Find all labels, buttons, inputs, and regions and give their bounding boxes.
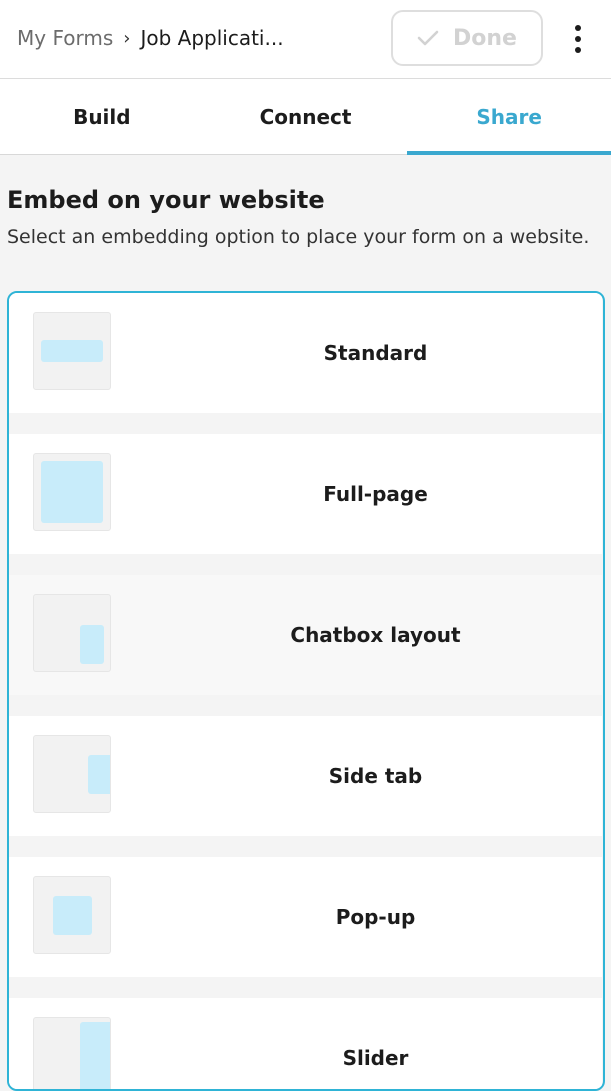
breadcrumb-my-forms-link[interactable]: My Forms [17,26,113,50]
embed-option-label: Slider [342,1046,409,1070]
embed-option-label: Full-page [323,482,428,506]
embed-options-list: Standard Full-page Chatbox layout Side t… [7,291,605,1091]
section-title: Embed on your website [7,186,325,214]
standard-embed-icon [33,312,111,390]
tab-connect[interactable]: Connect [204,79,408,154]
embed-option-standard[interactable]: Standard [9,293,602,413]
embed-option-chatbox[interactable]: Chatbox layout [9,575,602,695]
embed-option-popup[interactable]: Pop-up [9,857,602,977]
chevron-right-icon: › [123,27,131,49]
section-description: Select an embedding option to place your… [7,226,590,248]
top-bar: My Forms › Job Applicati... Done [0,0,611,79]
embed-option-slider[interactable]: Slider [9,998,602,1089]
editor-tabs: Build Connect Share [0,79,611,155]
embed-option-label: Chatbox layout [290,623,461,647]
breadcrumb: My Forms › Job Applicati... [17,26,284,50]
check-icon [417,29,439,47]
more-vertical-icon[interactable] [563,20,593,58]
embed-option-side-tab[interactable]: Side tab [9,716,602,836]
more-dot [575,36,581,42]
breadcrumb-form-title: Job Applicati... [140,26,284,50]
slider-embed-icon [33,1017,111,1089]
chatbox-embed-icon [33,594,111,672]
embed-option-label: Pop-up [335,905,416,929]
more-dot [575,47,581,53]
done-button-label: Done [453,25,517,51]
embed-option-label: Standard [323,341,428,365]
done-button[interactable]: Done [391,10,543,66]
embed-option-label: Side tab [328,764,423,788]
side-tab-embed-icon [33,735,111,813]
popup-embed-icon [33,876,111,954]
tab-build[interactable]: Build [0,79,204,154]
full-page-embed-icon [33,453,111,531]
tab-share[interactable]: Share [407,79,611,155]
more-dot [575,25,581,31]
embed-option-full-page[interactable]: Full-page [9,434,602,554]
